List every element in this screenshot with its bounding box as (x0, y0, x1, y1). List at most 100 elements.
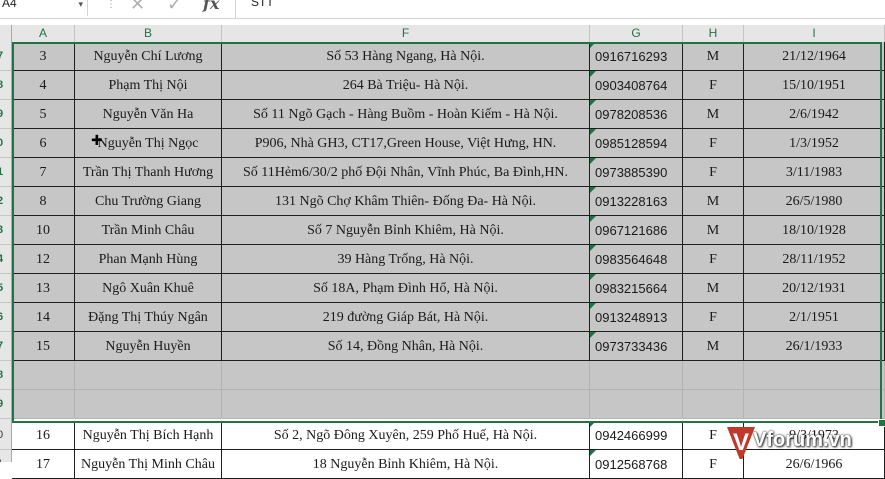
column-header-f[interactable]: F (222, 25, 590, 42)
table-row[interactable] (12, 390, 885, 419)
dob-cell[interactable]: 2/1/1951 (744, 303, 885, 332)
dob-cell[interactable]: 28/11/1952 (744, 245, 885, 274)
table-row[interactable]: 3 Nguyễn Chí Lương Số 53 Hàng Ngang, Hà Nộ… (12, 42, 885, 71)
address-cell[interactable]: 131 Ngõ Chợ Khâm Thiên- Đống Đa- Hà Nội. (222, 187, 590, 216)
column-header-g[interactable]: G (590, 25, 683, 42)
insert-function-icon[interactable]: fx (203, 0, 219, 13)
phone-cell[interactable]: 0967121686 (590, 216, 683, 245)
name-cell[interactable]: Chu Trường Giang (75, 187, 222, 216)
address-cell[interactable]: 264 Bà Triệu- Hà Nội. (222, 71, 590, 100)
table-row[interactable]: 8 Chu Trường Giang 131 Ngõ Chợ Khâm Thiên-… (12, 187, 885, 216)
phone-cell[interactable]: 0983564648 (590, 245, 683, 274)
row-header[interactable]: 9 (0, 390, 11, 419)
row-header[interactable]: 0 (0, 421, 11, 450)
stt-cell[interactable]: 4 (12, 71, 75, 100)
phone-cell[interactable]: 0903408764 (590, 71, 683, 100)
address-cell[interactable]: Số 11 Ngõ Gạch - Hàng Buồm - Hoàn Kiếm -… (222, 100, 590, 129)
row-header[interactable]: 1 (0, 450, 11, 462)
row-header[interactable]: 3 (0, 216, 11, 245)
stt-cell[interactable]: 5 (12, 100, 75, 129)
stt-cell[interactable]: 13 (12, 274, 75, 303)
row-header[interactable]: 8 (0, 361, 11, 390)
phone-cell[interactable]: 0978208536 (590, 100, 683, 129)
select-all-corner[interactable] (0, 25, 12, 42)
name-cell[interactable]: Nguyễn Thị Bích Hạnh (75, 421, 222, 450)
address-cell[interactable]: Số 53 Hàng Ngang, Hà Nội. (222, 42, 590, 71)
sex-cell[interactable]: F (683, 303, 744, 332)
address-cell[interactable]: Số 18A, Phạm Đình Hổ, Hà Nội. (222, 274, 590, 303)
cancel-icon[interactable]: ✕ (130, 0, 145, 14)
address-cell[interactable]: 219 đường Giáp Bát, Hà Nội. (222, 303, 590, 332)
table-row[interactable]: 14 Đặng Thị Thúy Ngân 219 đường Giáp Bát, … (12, 303, 885, 332)
sex-cell[interactable]: M (683, 100, 744, 129)
row-header[interactable]: 2 (0, 187, 11, 216)
table-row[interactable]: 7 Trần Thị Thanh Hương Số 11Hẻm6/30/2 phố … (12, 158, 885, 187)
row-header[interactable]: 1 (0, 158, 11, 187)
chevron-down-icon[interactable]: ▾ (78, 0, 83, 13)
address-cell[interactable] (222, 390, 590, 419)
formula-input[interactable]: STT (251, 0, 274, 9)
dob-cell[interactable]: 26/1/1933 (744, 332, 885, 361)
row-header[interactable]: 0 (0, 129, 11, 158)
row-header[interactable]: 5 (0, 274, 11, 303)
table-row[interactable] (12, 361, 885, 390)
address-cell[interactable]: Số 7 Nguyễn Bỉnh Khiêm, Hà Nội. (222, 216, 590, 245)
stt-cell[interactable]: 17 (12, 450, 75, 479)
name-cell[interactable]: Trần Minh Châu (75, 216, 222, 245)
stt-cell[interactable]: 10 (12, 216, 75, 245)
sex-cell[interactable]: F (683, 245, 744, 274)
address-cell[interactable] (222, 361, 590, 390)
name-cell[interactable]: Phan Mạnh Hùng (75, 245, 222, 274)
row-header[interactable]: 8 (0, 71, 11, 100)
name-cell[interactable] (75, 361, 222, 390)
table-row[interactable]: 5 Nguyễn Văn Ha Số 11 Ngõ Gạch - Hàng Buồm… (12, 100, 885, 129)
fill-handle[interactable] (878, 419, 885, 427)
sex-cell[interactable] (683, 361, 744, 390)
address-cell[interactable]: P906, Nhà GH3, CT17,Green House, Việt Hư… (222, 129, 590, 158)
column-header-h[interactable]: H (683, 25, 744, 42)
dob-cell[interactable]: 15/10/1951 (744, 71, 885, 100)
table-row[interactable]: 12 Phan Mạnh Hùng 39 Hàng Trống, Hà Nội. 09… (12, 245, 885, 274)
address-cell[interactable]: Số 14, Đồng Nhân, Hà Nội. (222, 332, 590, 361)
address-cell[interactable]: Số 11Hẻm6/30/2 phố Đội Nhân, Vĩnh Phúc, … (222, 158, 590, 187)
dob-cell[interactable]: 18/10/1928 (744, 216, 885, 245)
sex-cell[interactable]: F (683, 71, 744, 100)
stt-cell[interactable]: 7 (12, 158, 75, 187)
address-cell[interactable]: 39 Hàng Trống, Hà Nội. (222, 245, 590, 274)
dob-cell[interactable]: 2/6/1942 (744, 100, 885, 129)
stt-cell[interactable]: 12 (12, 245, 75, 274)
phone-cell[interactable] (590, 390, 683, 419)
phone-cell[interactable]: 0912568768 (590, 450, 683, 479)
phone-cell[interactable]: 0983215664 (590, 274, 683, 303)
phone-cell[interactable]: 0916716293 (590, 42, 683, 71)
stt-cell[interactable]: 14 (12, 303, 75, 332)
phone-cell[interactable] (590, 361, 683, 390)
sex-cell[interactable]: M (683, 216, 744, 245)
row-header[interactable]: 4 (0, 245, 11, 274)
stt-cell[interactable]: 15 (12, 332, 75, 361)
sex-cell[interactable]: F (683, 158, 744, 187)
name-cell[interactable]: Nguyễn Huyền (75, 332, 222, 361)
name-cell[interactable] (75, 390, 222, 419)
row-header[interactable]: 6 (0, 303, 11, 332)
stt-cell[interactable] (12, 390, 75, 419)
phone-cell[interactable]: 0942466999 (590, 421, 683, 450)
address-cell[interactable]: 18 Nguyễn Bỉnh Khiêm, Hà Nội. (222, 450, 590, 479)
dob-cell[interactable]: 3/11/1983 (744, 158, 885, 187)
column-header-i[interactable]: I (744, 25, 885, 42)
stt-cell[interactable] (12, 361, 75, 390)
phone-cell[interactable]: 0913248913 (590, 303, 683, 332)
table-row[interactable]: 6 Nguyễn Thị Ngọc P906, Nhà GH3, CT17,Gree… (12, 129, 885, 158)
name-box[interactable]: A4 ▾ (0, 0, 88, 16)
dob-cell[interactable]: 21/12/1964 (744, 42, 885, 71)
name-cell[interactable]: Nguyễn Thị Minh Châu (75, 450, 222, 479)
sex-cell[interactable]: M (683, 42, 744, 71)
phone-cell[interactable]: 0973885390 (590, 158, 683, 187)
column-header-a[interactable]: A (12, 25, 75, 42)
column-header-b[interactable]: B (75, 25, 222, 42)
name-cell[interactable]: Trần Thị Thanh Hương (75, 158, 222, 187)
phone-cell[interactable]: 0985128594 (590, 129, 683, 158)
address-cell[interactable]: Số 2, Ngõ Đông Xuyên, 259 Phố Huế, Hà Nộ… (222, 421, 590, 450)
sex-cell[interactable]: M (683, 187, 744, 216)
dob-cell[interactable] (744, 361, 885, 390)
